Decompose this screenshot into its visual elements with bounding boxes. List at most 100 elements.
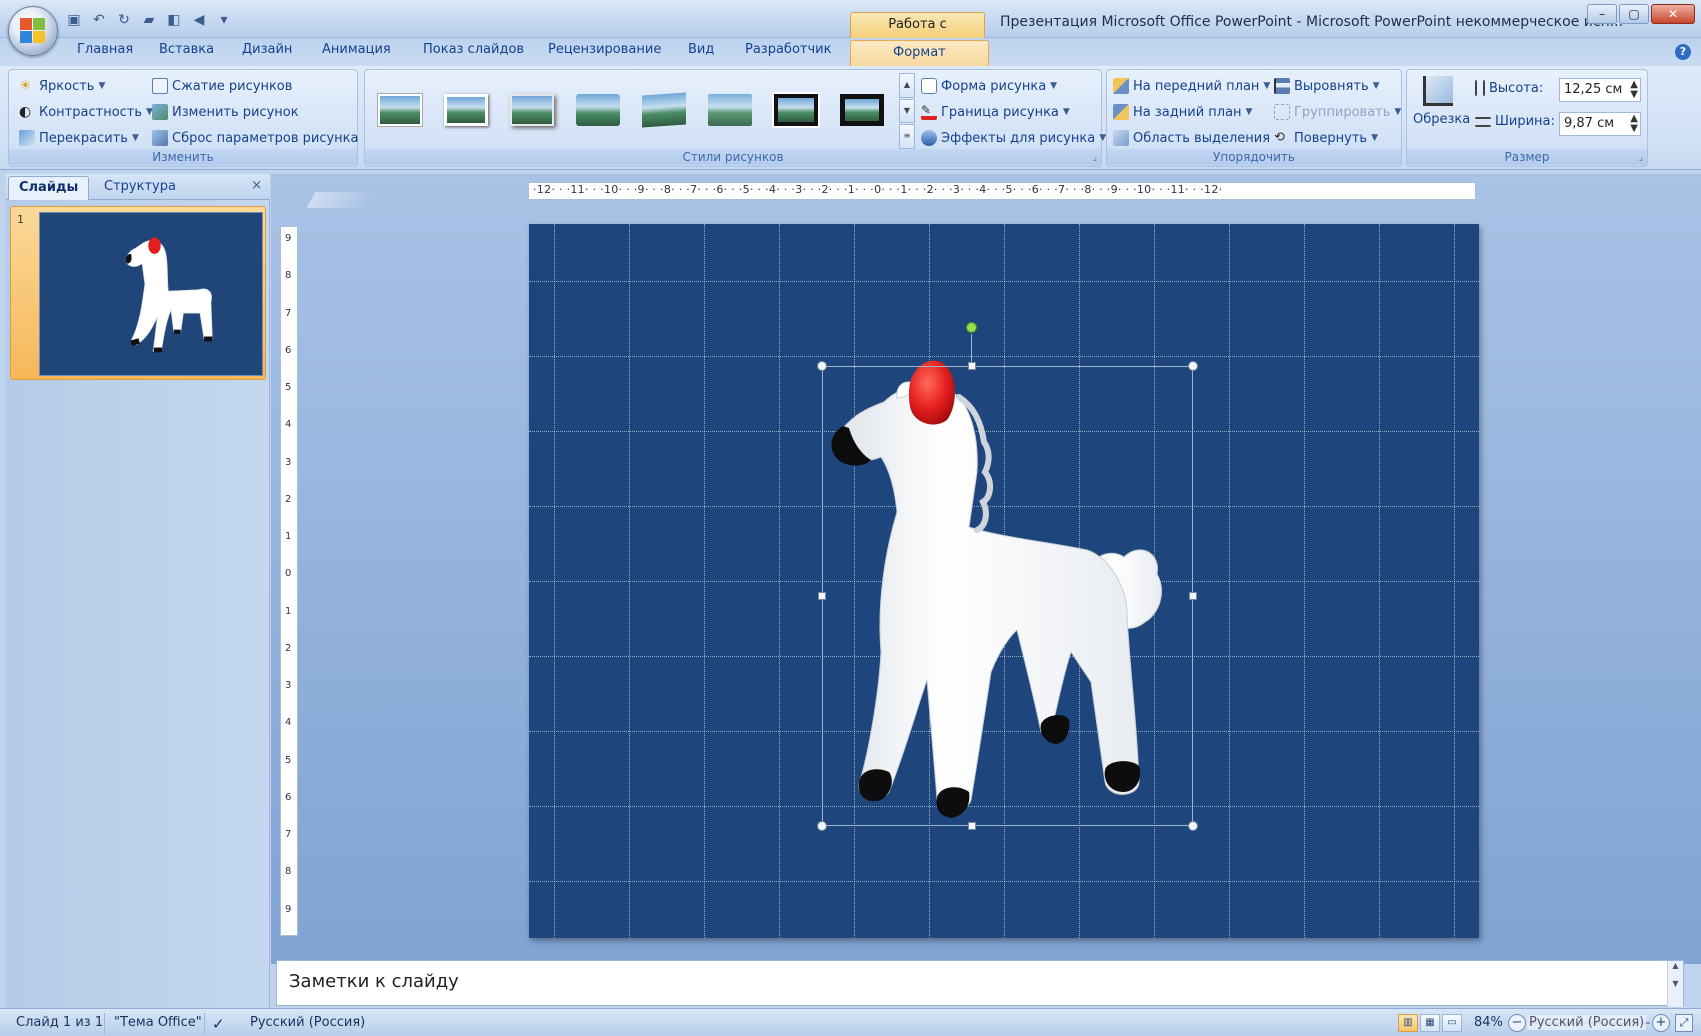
gallery-down-button[interactable]: ▼ xyxy=(899,98,915,124)
tab-slideshow[interactable]: Показ слайдов xyxy=(423,42,524,57)
tab-view[interactable]: Вид xyxy=(688,42,714,57)
tab-insert[interactable]: Вставка xyxy=(159,42,214,57)
resize-handle-top-left[interactable] xyxy=(817,361,827,371)
tab-outline[interactable]: Структура xyxy=(94,176,186,200)
rotate-button[interactable]: ⟲ Повернуть ▼ xyxy=(1274,130,1378,146)
picture-selection-frame[interactable] xyxy=(822,366,1193,826)
horse-thumbnail-image xyxy=(125,237,213,353)
resize-handle-bottom-right[interactable] xyxy=(1188,821,1198,831)
zoom-out-icon[interactable]: − xyxy=(1508,1014,1526,1032)
resize-handle-right[interactable] xyxy=(1189,592,1197,600)
selection-pane-button[interactable]: Область выделения xyxy=(1113,130,1270,146)
tab-animation[interactable]: Анимация xyxy=(322,42,391,57)
picture-shape-button[interactable]: Форма рисунка ▼ xyxy=(921,78,1057,94)
crop-button[interactable]: Обрезка xyxy=(1413,74,1470,142)
gallery-up-button[interactable]: ▲ xyxy=(899,73,915,98)
compress-pictures-button[interactable]: Сжатие рисунков xyxy=(152,78,292,94)
tab-review[interactable]: Рецензирование xyxy=(548,42,661,57)
contextual-tab-group: Работа с рисунками xyxy=(850,12,985,56)
vertical-ruler-label: 5 xyxy=(285,382,292,394)
group-label-picture-styles: Стили рисунков xyxy=(365,149,1101,165)
height-input[interactable]: 12,25 см ▲ ▼ xyxy=(1559,78,1641,102)
size-dialog-launcher-icon[interactable]: ⌟ xyxy=(1639,153,1643,163)
picture-effects-button[interactable]: Эффекты для рисунка ▼ xyxy=(921,130,1106,146)
title-bar: ▣ ↶ ↻ ▰ ◧ ◀ ▾ Работа с рисунками Презент… xyxy=(0,0,1701,56)
brightness-button[interactable]: ☀ Яркость ▼ xyxy=(19,78,105,94)
tab-slides[interactable]: Слайды xyxy=(8,176,90,200)
height-spinner-icon[interactable]: ▲ ▼ xyxy=(1630,80,1638,100)
picture-style-7[interactable] xyxy=(770,88,822,132)
tab-format[interactable]: Формат xyxy=(850,40,989,68)
resize-handle-top[interactable] xyxy=(968,362,976,370)
picture-style-6[interactable] xyxy=(704,88,756,132)
redo-icon[interactable]: ↻ xyxy=(114,11,134,29)
vertical-ruler-label: 3 xyxy=(285,456,292,468)
group-adjust: ☀ Яркость ▼ ◐ Контрастность ▼ Перекрасить ▼… xyxy=(8,69,359,167)
recolor-button[interactable]: Перекрасить ▼ xyxy=(19,130,139,146)
undo-icon[interactable]: ↶ xyxy=(89,11,109,29)
language-status[interactable]: Русский (Россия) xyxy=(250,1015,365,1030)
picture-style-2[interactable] xyxy=(440,88,492,132)
change-picture-button[interactable]: Изменить рисунок xyxy=(152,104,299,120)
maximize-button[interactable]: ▢ xyxy=(1619,4,1649,24)
height-icon xyxy=(1475,80,1485,96)
slide-sorter-view-button[interactable]: ▦ xyxy=(1420,1014,1440,1032)
contrast-button[interactable]: ◐ Контрастность ▼ xyxy=(19,104,153,120)
picture-style-3[interactable] xyxy=(506,88,558,132)
vertical-ruler-label: 9 xyxy=(285,903,292,915)
open-icon[interactable]: ▰ xyxy=(139,11,159,29)
close-panel-icon[interactable]: × xyxy=(251,178,262,193)
minimize-button[interactable]: – xyxy=(1587,4,1617,24)
office-logo-icon xyxy=(20,18,46,44)
fit-to-window-icon[interactable]: ⤢ xyxy=(1675,1014,1693,1032)
slide-thumbnail-selected[interactable]: 1 xyxy=(10,206,266,380)
picture-border-button[interactable]: ✎ Граница рисунка ▼ xyxy=(921,104,1070,120)
close-button[interactable]: ✕ xyxy=(1651,4,1695,24)
office-button[interactable] xyxy=(8,6,58,56)
notes-pane[interactable]: Заметки к слайду ▲ ▼ xyxy=(276,960,1684,1007)
group-objects-button[interactable]: Группировать ▼ xyxy=(1274,104,1401,120)
dialog-launcher-icon[interactable]: ⌟ xyxy=(1093,153,1097,163)
width-spinner-icon[interactable]: ▲ ▼ xyxy=(1630,114,1638,134)
send-to-back-button[interactable]: На задний план ▼ xyxy=(1113,104,1252,120)
reset-picture-button[interactable]: Сброс параметров рисунка xyxy=(152,130,359,146)
slide-thumbnail[interactable] xyxy=(39,212,263,376)
notes-scrollbar[interactable]: ▲ ▼ xyxy=(1667,961,1683,1007)
zoom-level[interactable]: 84% xyxy=(1474,1015,1503,1030)
help-icon[interactable]: ? xyxy=(1675,44,1691,60)
normal-view-button[interactable]: ▥ xyxy=(1398,1014,1418,1032)
slideshow-view-button[interactable]: ▭ xyxy=(1442,1014,1462,1032)
group-label-adjust: Изменить xyxy=(9,149,357,165)
shape-icon xyxy=(921,78,937,94)
picture-style-5[interactable] xyxy=(638,88,690,132)
sound-icon[interactable]: ◀ xyxy=(189,11,209,29)
gallery-more-button[interactable]: ≡ xyxy=(899,124,915,150)
tab-home[interactable]: Главная xyxy=(77,42,133,57)
slide-canvas[interactable] xyxy=(529,224,1479,938)
align-button[interactable]: Выровнять ▼ xyxy=(1274,78,1380,94)
bring-front-icon xyxy=(1113,78,1129,94)
picture-style-1[interactable] xyxy=(374,88,426,132)
bring-to-front-button[interactable]: На передний план ▼ xyxy=(1113,78,1270,94)
recolor-icon xyxy=(19,130,35,146)
theme-name[interactable]: "Тема Office" xyxy=(114,1015,202,1030)
tab-developer[interactable]: Разработчик xyxy=(745,42,831,57)
tab-design[interactable]: Дизайн xyxy=(242,42,292,57)
slides-panel: Слайды Структура × 1 xyxy=(6,174,270,1008)
resize-handle-top-right[interactable] xyxy=(1188,361,1198,371)
zoom-in-icon[interactable]: + xyxy=(1652,1014,1670,1032)
resize-handle-bottom[interactable] xyxy=(968,822,976,830)
picture-style-8[interactable] xyxy=(836,88,888,132)
vertical-ruler-label: 0 xyxy=(285,568,292,580)
window-controls: – ▢ ✕ xyxy=(1587,4,1695,24)
customize-icon[interactable]: ▾ xyxy=(214,11,234,29)
print-preview-icon[interactable]: ◧ xyxy=(164,11,184,29)
resize-handle-bottom-left[interactable] xyxy=(817,821,827,831)
spellcheck-icon[interactable]: ✓ xyxy=(212,1015,225,1033)
width-icon xyxy=(1475,116,1491,127)
picture-style-4[interactable] xyxy=(572,88,624,132)
rotation-handle[interactable] xyxy=(966,322,977,333)
width-input[interactable]: 9,87 см ▲ ▼ xyxy=(1559,112,1641,136)
save-icon[interactable]: ▣ xyxy=(64,11,84,29)
resize-handle-left[interactable] xyxy=(818,592,826,600)
